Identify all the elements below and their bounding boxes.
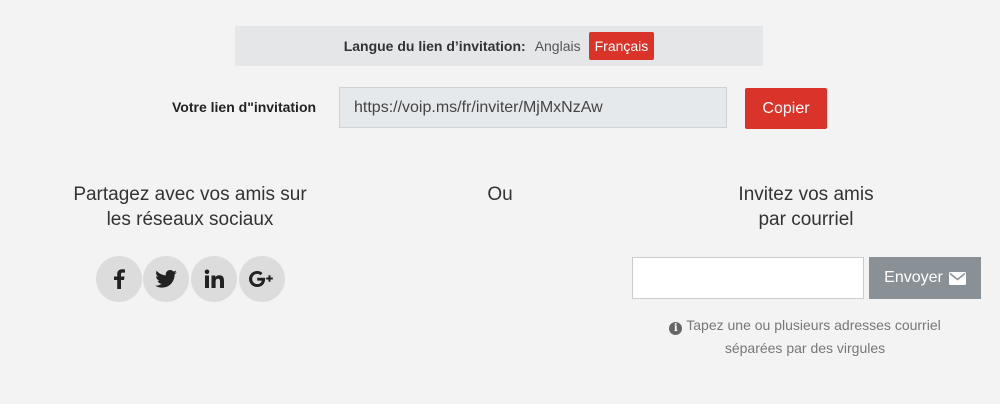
email-hint: i Tapez une ou plusieurs adresses courrie…	[640, 314, 970, 360]
linkedin-share-button[interactable]	[191, 256, 237, 302]
facebook-icon	[114, 269, 125, 289]
language-option-french[interactable]: Français	[588, 32, 655, 60]
share-section-title: Partagez avec vos amis sur les réseaux s…	[40, 182, 340, 232]
facebook-share-button[interactable]	[96, 256, 142, 302]
google-plus-share-button[interactable]	[239, 256, 285, 302]
send-button-label: Envoyer	[884, 269, 943, 286]
share-title-line1: Partagez avec vos amis sur	[73, 184, 307, 205]
send-button[interactable]: Envoyer	[869, 257, 981, 299]
language-label: Langue du lien d’invitation:	[343, 38, 526, 54]
invite-title-line2: par courriel	[758, 209, 854, 230]
language-selector-bar: Langue du lien d’invitation: Anglais Fra…	[235, 26, 763, 66]
twitter-share-button[interactable]	[143, 256, 189, 302]
language-option-english[interactable]: Anglais	[535, 38, 581, 54]
email-invite-title: Invitez vos amis par courriel	[656, 182, 956, 232]
invite-title-line1: Invitez vos amis	[738, 184, 874, 205]
info-icon: i	[669, 322, 683, 335]
or-separator: Ou	[487, 184, 513, 205]
linkedin-icon	[204, 269, 224, 288]
envelope-icon	[948, 271, 966, 285]
copy-button[interactable]: Copier	[745, 88, 827, 129]
email-input[interactable]	[632, 257, 864, 299]
hint-line1: Tapez une ou plusieurs adresses courriel	[686, 317, 941, 333]
share-title-line2: les réseaux sociaux	[106, 209, 274, 230]
invite-link-field[interactable]	[339, 87, 727, 128]
google-plus-icon	[249, 271, 273, 287]
twitter-icon	[155, 270, 177, 288]
invite-link-label: Votre lien d"invitation	[172, 99, 317, 115]
hint-line2: séparées par des virgules	[724, 340, 886, 356]
